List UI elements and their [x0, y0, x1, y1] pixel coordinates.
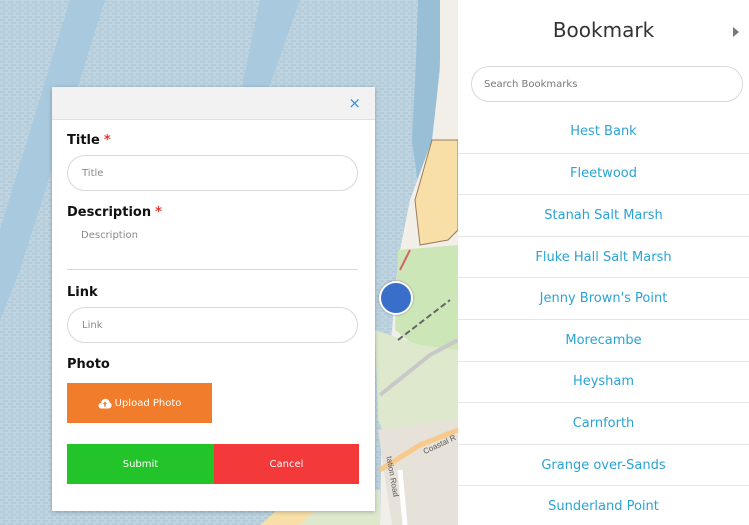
- upload-photo-button[interactable]: Upload Photo: [67, 383, 212, 423]
- collapse-arrow-icon[interactable]: [733, 27, 739, 37]
- dialog-header: ×: [52, 87, 375, 120]
- bookmark-panel: Bookmark Hest Bank Fleetwood Stanah Salt…: [458, 0, 749, 525]
- bookmark-item[interactable]: Hest Bank: [458, 111, 749, 153]
- bookmark-item[interactable]: Fleetwood: [458, 152, 749, 195]
- submit-button[interactable]: Submit: [67, 444, 214, 484]
- bookmark-item[interactable]: Grange over-Sands: [458, 443, 749, 486]
- title-input[interactable]: [67, 155, 358, 191]
- bookmark-item[interactable]: Stanah Salt Marsh: [458, 194, 749, 236]
- bookmark-item[interactable]: Morecambe: [458, 318, 749, 361]
- photo-label: Photo: [67, 357, 110, 372]
- bookmark-item[interactable]: Sunderland Point: [458, 485, 749, 525]
- close-icon[interactable]: ×: [348, 96, 361, 111]
- description-label-text: Description: [67, 205, 152, 220]
- upload-photo-label: Upload Photo: [114, 397, 182, 409]
- bookmark-list: Hest Bank Fleetwood Stanah Salt Marsh Fl…: [458, 111, 749, 525]
- map-location-marker[interactable]: [379, 281, 413, 315]
- title-label: Title *: [67, 133, 111, 148]
- bookmark-item[interactable]: Carnforth: [458, 402, 749, 444]
- bookmark-item[interactable]: Jenny Brown's Point: [458, 277, 749, 319]
- bookmark-item[interactable]: Fluke Hall Salt Marsh: [458, 235, 749, 278]
- panel-title: Bookmark: [552, 18, 655, 42]
- add-bookmark-dialog: × Title* Description* Link Photo Upload …: [52, 87, 375, 511]
- link-label: Link: [67, 285, 98, 300]
- required-marker: *: [155, 205, 162, 220]
- search-bookmarks-input[interactable]: [471, 66, 743, 102]
- cloud-upload-icon: [98, 398, 112, 408]
- bookmark-item[interactable]: Heysham: [458, 360, 749, 403]
- description-label: Description *: [67, 205, 162, 220]
- required-marker: *: [103, 133, 111, 148]
- link-input[interactable]: [67, 307, 358, 343]
- cancel-button[interactable]: Cancel: [214, 444, 359, 484]
- title-label-text: Title: [67, 133, 100, 148]
- description-input[interactable]: [67, 226, 358, 270]
